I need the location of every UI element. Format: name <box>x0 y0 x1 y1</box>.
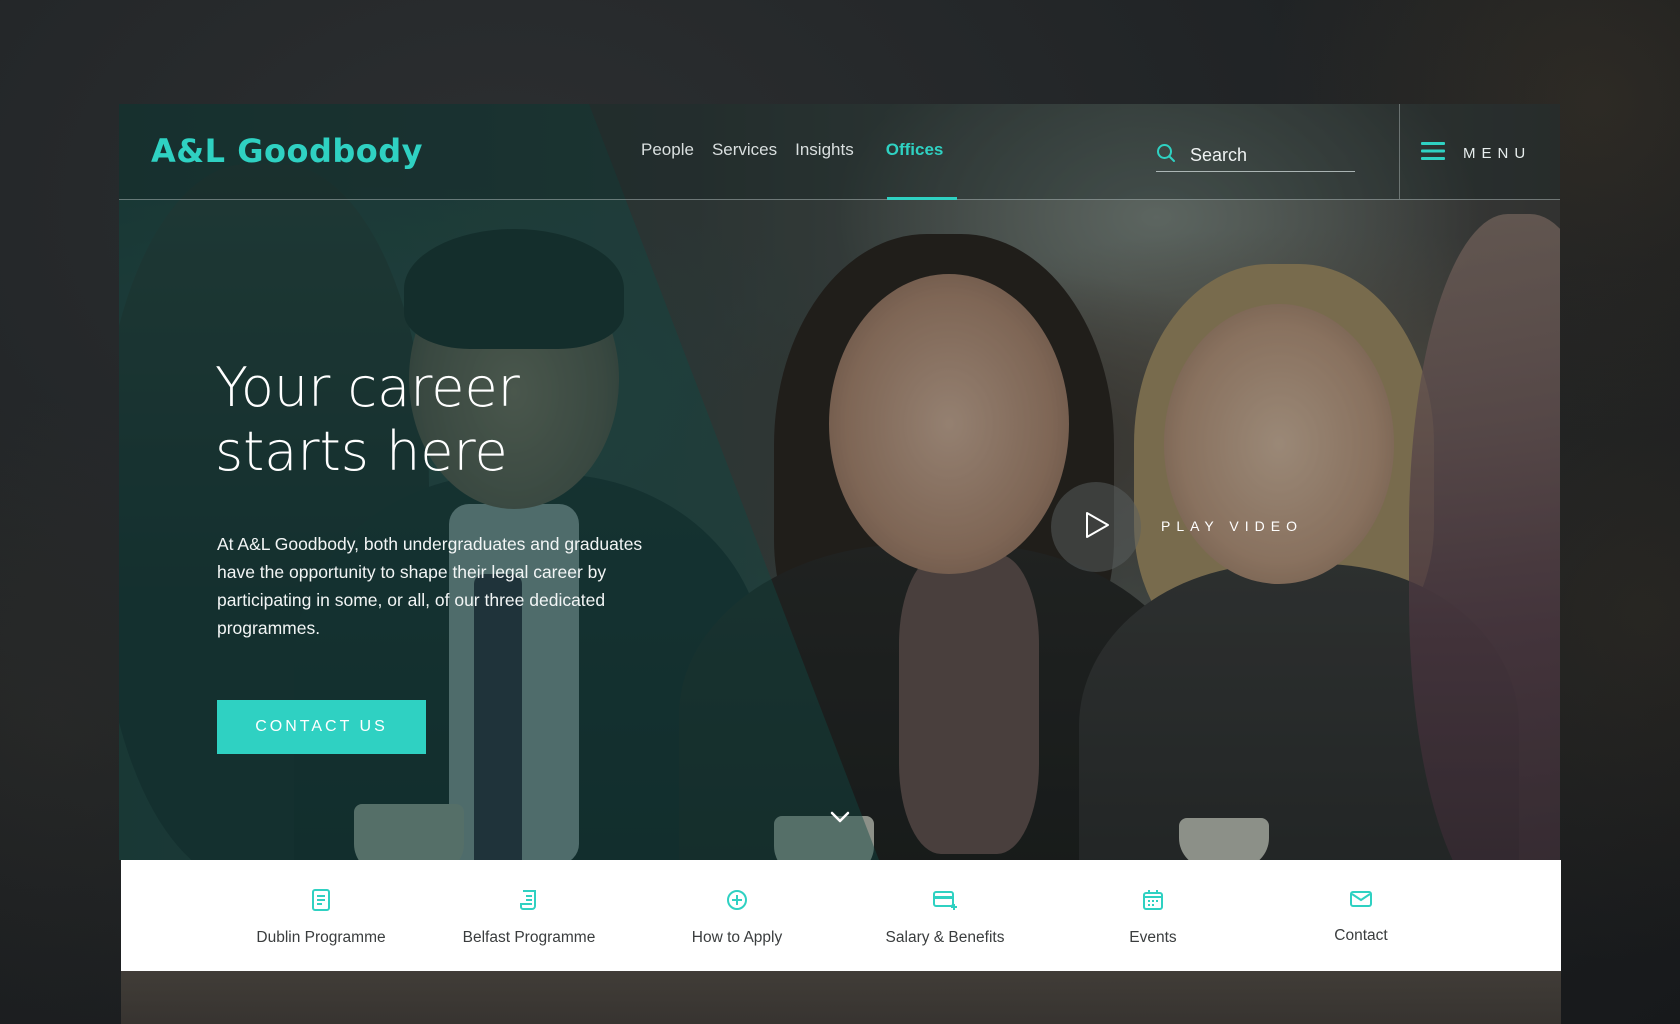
hamburger-icon[interactable] <box>1421 142 1445 165</box>
quick-link-label[interactable]: Dublin Programme <box>256 929 385 947</box>
hero-title: Your career starts here <box>215 356 635 484</box>
quick-link-label[interactable]: Belfast Programme <box>463 929 596 947</box>
search-icon[interactable] <box>1156 143 1176 168</box>
nav-item-insights[interactable]: Insights <box>795 140 854 160</box>
hero-section: A&L Goodbody People Services Insights Of… <box>119 104 1560 860</box>
quick-link-belfast-programme[interactable]: Belfast Programme <box>425 860 633 971</box>
logo[interactable]: A&L Goodbody <box>151 132 423 170</box>
nav-active-indicator <box>887 197 957 200</box>
menu-label[interactable]: MENU <box>1463 145 1531 162</box>
hero-title-line-1: Your career <box>215 356 520 419</box>
search-input[interactable] <box>1190 145 1340 166</box>
plus-circle-icon <box>725 888 749 917</box>
scroll-down-chevron-icon[interactable] <box>829 810 851 829</box>
mail-icon <box>1349 888 1373 915</box>
next-section-preview <box>121 971 1561 1024</box>
scroll-document-icon <box>518 888 540 917</box>
quick-link-salary-benefits[interactable]: Salary & Benefits <box>841 860 1049 971</box>
hero-description: At A&L Goodbody, both undergraduates and… <box>217 534 643 638</box>
quick-link-label[interactable]: How to Apply <box>692 929 782 947</box>
quick-links-bar: Dublin Programme Belfast Programme How t… <box>121 860 1561 971</box>
header-divider <box>1399 104 1400 199</box>
play-video-label[interactable]: PLAY VIDEO <box>1161 518 1303 534</box>
search-box <box>1156 140 1355 172</box>
header-bar: A&L Goodbody People Services Insights Of… <box>119 104 1560 200</box>
play-video-button[interactable] <box>1051 482 1141 572</box>
card-plus-icon <box>932 888 958 917</box>
nav-item-people[interactable]: People <box>641 140 694 160</box>
menu-button[interactable]: MENU <box>1421 142 1531 165</box>
nav-item-offices[interactable]: Offices <box>886 140 944 160</box>
quick-link-contact[interactable]: Contact <box>1257 860 1465 971</box>
quick-link-label[interactable]: Salary & Benefits <box>886 929 1005 947</box>
nav-item-services[interactable]: Services <box>712 140 777 160</box>
quick-link-label[interactable]: Contact <box>1334 927 1387 945</box>
play-icon[interactable] <box>1081 510 1111 545</box>
quick-link-how-to-apply[interactable]: How to Apply <box>633 860 841 971</box>
main-nav: People Services Insights Offices <box>641 140 943 160</box>
quick-link-dublin-programme[interactable]: Dublin Programme <box>217 860 425 971</box>
calendar-icon <box>1141 888 1165 917</box>
contact-us-button[interactable]: CONTACT US <box>217 700 426 754</box>
document-list-icon <box>310 888 332 917</box>
quick-link-label[interactable]: Events <box>1129 929 1176 947</box>
hero-title-line-2: starts here <box>215 420 508 483</box>
quick-link-events[interactable]: Events <box>1049 860 1257 971</box>
